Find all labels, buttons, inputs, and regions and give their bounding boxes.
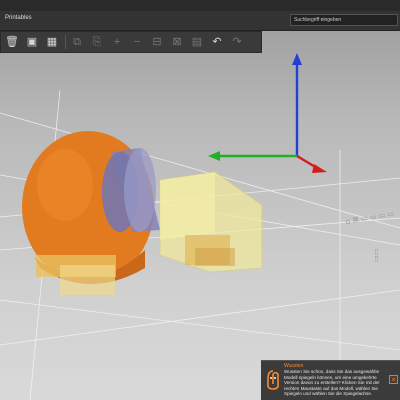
window-top-bar xyxy=(0,0,400,11)
svg-text:▭▭: ▭▭ xyxy=(372,249,380,262)
tip-of-the-day: Wussten Wussten Sie schon, dass Sie das … xyxy=(261,360,400,400)
grid-icon[interactable]: ▤ xyxy=(188,34,206,50)
blue-cylinder[interactable] xyxy=(102,148,160,232)
tip-body: Wussten Sie schon, dass Sie das ausgewäh… xyxy=(284,369,380,397)
axis-z-arrow-icon xyxy=(292,53,302,65)
axis-x-arrow-icon xyxy=(312,164,327,173)
trash-icon[interactable]: 🗑 xyxy=(3,34,21,50)
scene-canvas[interactable]: ⌂ ⌘ ▭ ▭ ▭ ▭ ▭▭ xyxy=(0,0,400,400)
remove-icon[interactable]: − xyxy=(128,34,146,50)
arrange-icon[interactable]: ▦ xyxy=(43,34,61,50)
toolbar: 🗑 ▣ ▦ ⧉ ⎘ + − ⊟ ⊠ ▤ ↶ ↷ xyxy=(0,31,262,53)
split-icon[interactable]: ⊟ xyxy=(148,34,166,50)
plate-label: ⌂ ⌘ ▭ ▭ ▭ ▭ ▭▭ xyxy=(345,210,395,262)
add-icon[interactable]: + xyxy=(108,34,126,50)
axis-y-arrow-icon xyxy=(208,151,220,161)
3d-viewport[interactable]: ⌂ ⌘ ▭ ▭ ▭ ▭ ▭▭ Printables Suchbegriff ei… xyxy=(0,0,400,400)
redo-icon[interactable]: ↷ xyxy=(228,34,246,50)
inner-part-2 xyxy=(60,265,115,295)
axis-gizmo[interactable] xyxy=(208,53,327,173)
close-icon[interactable]: ✕ xyxy=(389,375,398,384)
paperclip-mascot-icon xyxy=(267,370,279,390)
yellow-box[interactable] xyxy=(159,171,263,273)
fit-view-icon[interactable]: ▣ xyxy=(23,34,41,50)
toolbar-separator xyxy=(65,35,66,49)
paste-icon[interactable]: ⎘ xyxy=(88,34,106,50)
app-header: Printables Suchbegriff eingeben xyxy=(0,11,400,31)
app-title: Printables xyxy=(5,15,32,21)
svg-text:⌂ ⌘ ▭ ▭ ▭ ▭: ⌂ ⌘ ▭ ▭ ▭ ▭ xyxy=(345,210,395,226)
search-input[interactable]: Suchbegriff eingeben xyxy=(290,14,398,26)
undo-icon[interactable]: ↶ xyxy=(208,34,226,50)
cut-icon[interactable]: ⊠ xyxy=(168,34,186,50)
copy-icon[interactable]: ⧉ xyxy=(68,34,86,50)
